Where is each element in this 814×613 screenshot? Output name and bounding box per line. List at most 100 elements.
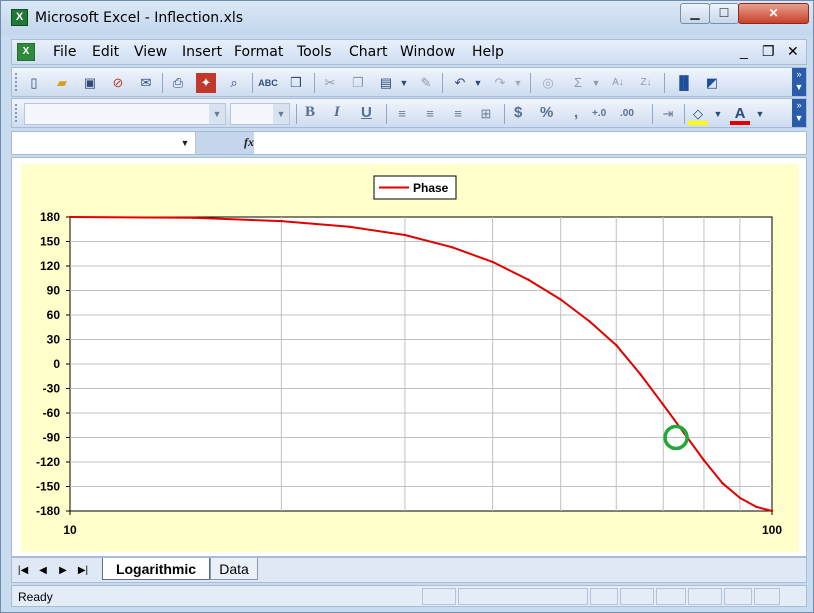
drawing-icon[interactable]: ◩ [702, 73, 722, 93]
increase-decimal-button[interactable]: +.0 [592, 108, 606, 119]
maximize-button[interactable]: ☐ [709, 3, 739, 24]
doc-minimize-button[interactable]: _ [740, 43, 748, 59]
autosum-dropdown-icon[interactable]: ▼ [590, 73, 602, 93]
menu-edit[interactable]: Edit [92, 44, 119, 60]
prev-sheet-icon[interactable]: ◀ [36, 564, 50, 578]
chart-area[interactable]: 180 150 120 90 60 30 0 -30 -60 -90 -120 -150 -180 10… [21, 164, 799, 552]
close-button[interactable]: ✕ [738, 3, 809, 24]
chart-wizard-icon[interactable]: ▐▌ [674, 73, 694, 93]
bold-button[interactable]: B [305, 104, 315, 121]
cut-icon[interactable]: ✂ [320, 73, 340, 93]
hyperlink-icon[interactable]: ◎ [538, 73, 558, 93]
y-tick-label: 0 [53, 357, 60, 371]
doc-close-button[interactable]: ✕ [787, 43, 799, 60]
insert-function-icon[interactable]: fx [244, 135, 254, 150]
decrease-decimal-button[interactable]: .00 [620, 108, 634, 119]
data-point [662, 403, 665, 407]
y-tick-label: -30 [43, 382, 61, 396]
autosum-icon[interactable]: Σ [568, 73, 588, 93]
align-left-icon[interactable]: ≡ [392, 104, 412, 124]
data-point [615, 344, 618, 347]
y-tick-label: 60 [47, 308, 61, 322]
name-box[interactable]: ▼ [12, 132, 196, 154]
research-book-icon[interactable]: ❒ [286, 73, 306, 93]
format-painter-icon[interactable]: ✎ [416, 73, 436, 93]
menu-help[interactable]: Help [472, 44, 504, 60]
close-icon: ✕ [768, 6, 779, 20]
data-point [559, 298, 562, 301]
toolbar-options-icon[interactable]: » ▼ [792, 68, 806, 96]
underline-button[interactable]: U [361, 104, 372, 121]
chevron-down-icon[interactable]: ▼ [273, 104, 289, 124]
email-icon[interactable]: ✉ [136, 73, 156, 93]
menu-window[interactable]: Window [400, 44, 455, 60]
x-tick-label: 10 [63, 523, 77, 537]
formatting-toolbar: ▼ ▼ B I U ≡ ≡ ≡ ⊞ $ % , +.0 .00 ⇥ ◇ ▼ A … [11, 98, 807, 128]
comma-button[interactable]: , [574, 104, 578, 121]
chevron-down-icon[interactable]: ▼ [209, 104, 225, 124]
sort-descending-icon[interactable]: Z↓ [636, 73, 656, 93]
tab-data[interactable]: Data [210, 558, 258, 580]
data-point [527, 278, 530, 282]
last-sheet-icon[interactable]: ▶| [76, 564, 90, 578]
paste-dropdown-icon[interactable]: ▼ [398, 73, 410, 93]
menu-insert[interactable]: Insert [182, 44, 222, 60]
menu-format[interactable]: Format [234, 44, 283, 60]
font-size-combo[interactable]: ▼ [230, 103, 290, 125]
font-color-dropdown-icon[interactable]: ▼ [754, 104, 766, 124]
align-center-icon[interactable]: ≡ [420, 104, 440, 124]
new-icon[interactable]: ▯ [24, 73, 44, 93]
menu-tools[interactable]: Tools [297, 44, 332, 60]
chevron-down-icon[interactable]: ▼ [177, 134, 193, 152]
y-tick-label: 120 [40, 259, 60, 273]
sort-ascending-icon[interactable]: A↓ [608, 73, 628, 93]
currency-button[interactable]: $ [514, 104, 522, 121]
minimize-button[interactable]: ▁ [680, 3, 710, 24]
y-tick-label: -180 [36, 504, 60, 518]
toolbar-separator [530, 73, 531, 93]
undo-icon[interactable]: ↶ [450, 73, 470, 93]
save-icon[interactable]: ▣ [80, 73, 100, 93]
indent-icon[interactable]: ⇥ [658, 104, 678, 124]
spelling-icon[interactable]: ABC [258, 73, 278, 93]
menu-chart[interactable]: Chart [349, 44, 387, 60]
open-icon[interactable]: ▰ [52, 73, 72, 93]
research-icon[interactable]: ✦ [196, 73, 216, 93]
redo-icon[interactable]: ↷ [490, 73, 510, 93]
workbook-icon[interactable]: X [17, 43, 35, 61]
data-point [702, 459, 706, 462]
doc-restore-button[interactable]: ❐ [762, 43, 775, 60]
italic-button[interactable]: I [334, 104, 340, 121]
excel-icon[interactable]: X [11, 9, 28, 26]
print-preview-icon[interactable]: ⌕ [224, 73, 244, 93]
font-name-combo[interactable]: ▼ [24, 103, 226, 125]
first-sheet-icon[interactable]: |◀ [16, 564, 30, 578]
percent-button[interactable]: % [540, 104, 553, 121]
status-text: Ready [18, 590, 53, 604]
phase-chart[interactable]: 180 150 120 90 60 30 0 -30 -60 -90 -120 -150 -180 10… [21, 164, 799, 552]
status-panel [422, 588, 456, 605]
y-tick-label: 90 [47, 284, 61, 298]
next-sheet-icon[interactable]: ▶ [56, 564, 70, 578]
permission-icon[interactable]: ⊘ [108, 73, 128, 93]
data-point [280, 219, 283, 223]
tab-logarithmic[interactable]: Logarithmic [102, 558, 210, 580]
toolbar-options-icon[interactable]: » ▼ [792, 99, 806, 127]
merge-center-icon[interactable]: ⊞ [476, 104, 496, 124]
fill-color-dropdown-icon[interactable]: ▼ [712, 104, 724, 124]
chart-legend[interactable]: Phase [373, 175, 457, 200]
toolbar-separator [162, 73, 163, 93]
toolbar-separator [684, 104, 685, 124]
print-icon[interactable]: ⎙ [168, 73, 188, 93]
status-panel [754, 588, 780, 605]
copy-icon[interactable]: ❐ [348, 73, 368, 93]
menu-file[interactable]: File [53, 44, 76, 60]
menu-view[interactable]: View [134, 44, 167, 60]
toolbar-grip[interactable] [15, 104, 19, 122]
toolbar-grip[interactable] [15, 73, 19, 91]
data-point [738, 496, 742, 500]
paste-icon[interactable]: ▤ [376, 73, 396, 93]
align-right-icon[interactable]: ≡ [448, 104, 468, 124]
undo-dropdown-icon[interactable]: ▼ [472, 73, 484, 93]
redo-dropdown-icon[interactable]: ▼ [512, 73, 524, 93]
